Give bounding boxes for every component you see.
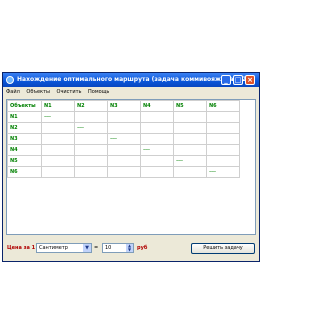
table-cell[interactable] — [107, 111, 141, 123]
table-cell[interactable] — [140, 166, 174, 178]
table-cell[interactable] — [140, 122, 174, 134]
price-toolbar: Цена за 1 Сантиметр ▼ = 10 ▲ ▼ руб Решить… — [3, 241, 259, 257]
equals-sign: = — [94, 245, 99, 251]
table-cell[interactable] — [206, 111, 240, 123]
table-cell[interactable] — [107, 155, 141, 167]
row-header: N6 — [7, 166, 42, 178]
menu-help[interactable]: Помощь — [88, 89, 109, 95]
row-header: N5 — [7, 155, 42, 167]
distance-table: Объекты N1 N2 N3 N4 N5 N6 N1 ----- N2 -----… — [7, 100, 240, 178]
table-cell[interactable]: ----- — [41, 111, 75, 123]
table-row: N5 ----- — [7, 155, 240, 167]
table-cell[interactable] — [140, 155, 174, 167]
row-header: N4 — [7, 144, 42, 156]
table-cell[interactable] — [173, 133, 207, 145]
row-header: N3 — [7, 133, 42, 145]
column-header: N2 — [74, 100, 108, 112]
table-cell[interactable] — [74, 144, 108, 156]
row-header: N2 — [7, 122, 42, 134]
table-row: N1 ----- — [7, 111, 240, 123]
window-title: Нахождение оптимального маршрута (задача… — [17, 76, 253, 83]
table-cell[interactable] — [107, 144, 141, 156]
table-cell[interactable] — [74, 111, 108, 123]
app-window: Нахождение оптимального маршрута (задача… — [2, 72, 260, 262]
row-header: N1 — [7, 111, 42, 123]
column-header: N3 — [107, 100, 141, 112]
table-cell[interactable] — [74, 166, 108, 178]
title-bar[interactable]: Нахождение оптимального маршрута (задача… — [3, 73, 259, 87]
solve-button[interactable]: Решить задачу — [191, 243, 255, 254]
table-row: N3 ----- — [7, 133, 240, 145]
table-cell[interactable]: ----- — [206, 166, 240, 178]
table-cell[interactable] — [173, 111, 207, 123]
table-cell[interactable] — [206, 155, 240, 167]
table-cell[interactable] — [173, 166, 207, 178]
menu-clear[interactable]: Очистить — [57, 89, 82, 95]
amount-value: 10 — [105, 245, 112, 251]
table-row: N6 ----- — [7, 166, 240, 178]
table-cell[interactable] — [41, 144, 75, 156]
table-row: N2 ----- — [7, 122, 240, 134]
price-label: Цена за 1 — [7, 245, 36, 251]
table-cell[interactable] — [107, 122, 141, 134]
table-cell[interactable] — [140, 111, 174, 123]
minimize-button[interactable]: _ — [221, 75, 231, 85]
table-cell[interactable] — [41, 166, 75, 178]
amount-spinner[interactable]: 10 ▲ ▼ — [102, 243, 134, 253]
table-corner-header: Объекты — [7, 100, 42, 112]
chevron-down-icon[interactable]: ▼ — [83, 244, 91, 252]
table-cell[interactable] — [107, 166, 141, 178]
table-cell[interactable] — [41, 122, 75, 134]
spin-arrows-icon[interactable]: ▲ ▼ — [126, 244, 133, 252]
column-header: N6 — [206, 100, 240, 112]
table-cell[interactable] — [206, 144, 240, 156]
table-cell[interactable] — [74, 133, 108, 145]
unit-select-value: Сантиметр — [39, 245, 68, 251]
table-cell[interactable] — [206, 133, 240, 145]
column-header: N1 — [41, 100, 75, 112]
table-cell[interactable] — [74, 155, 108, 167]
close-button[interactable]: × — [245, 75, 255, 85]
menu-bar: Файл Объекты Очистить Помощь — [3, 87, 259, 97]
unit-select[interactable]: Сантиметр ▼ — [36, 243, 92, 253]
table-cell[interactable] — [41, 155, 75, 167]
table-cell[interactable] — [206, 122, 240, 134]
table-cell[interactable]: ----- — [140, 144, 174, 156]
table-cell[interactable] — [173, 144, 207, 156]
table-cell[interactable] — [140, 133, 174, 145]
distance-grid[interactable]: Объекты N1 N2 N3 N4 N5 N6 N1 ----- N2 -----… — [6, 99, 256, 235]
app-icon — [6, 76, 14, 84]
currency-label: руб — [137, 245, 148, 251]
menu-objects[interactable]: Объекты — [26, 89, 50, 95]
column-header: N4 — [140, 100, 174, 112]
table-cell[interactable]: ----- — [74, 122, 108, 134]
column-header: N5 — [173, 100, 207, 112]
table-cell[interactable]: ----- — [173, 155, 207, 167]
menu-file[interactable]: Файл — [6, 89, 20, 95]
maximize-button[interactable]: □ — [233, 75, 243, 85]
table-row: N4 ----- — [7, 144, 240, 156]
table-cell[interactable] — [173, 122, 207, 134]
table-header-row: Объекты N1 N2 N3 N4 N5 N6 — [7, 100, 240, 112]
table-cell[interactable]: ----- — [107, 133, 141, 145]
table-cell[interactable] — [41, 133, 75, 145]
